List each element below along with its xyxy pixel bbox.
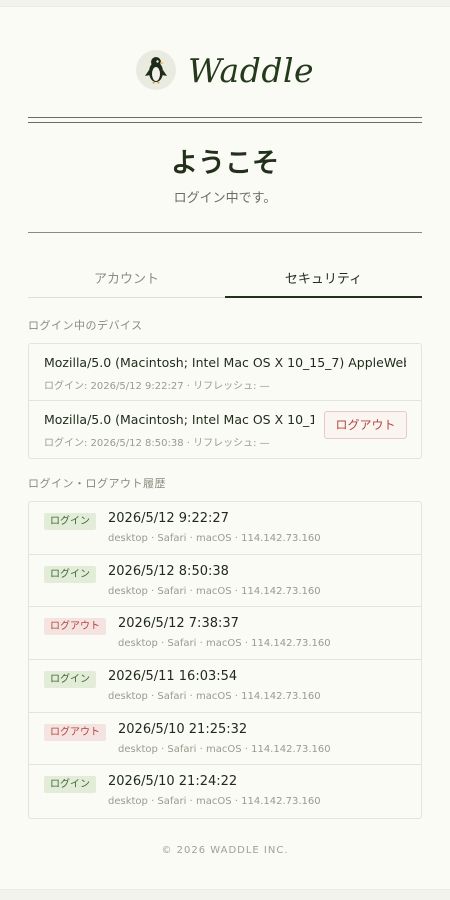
device-user-agent: Mozilla/5.0 (Macintosh; Intel Mac OS X 1… [44,412,314,427]
device-logout-button[interactable]: ログアウト [324,411,407,439]
history-meta: desktop · Safari · macOS · 114.142.73.16… [108,796,321,808]
login-status-text: ログイン中です。 [173,191,277,206]
device-item: Mozilla/5.0 (Macintosh; Intel Mac OS X 1… [29,344,421,401]
history-meta: desktop · Safari · macOS · 114.142.73.16… [118,743,331,755]
history-row: ログイン 2026/5/11 16:03:54 desktop · Safari… [29,660,421,713]
device-item: Mozilla/5.0 (Macintosh; Intel Mac OS X 1… [29,401,421,458]
double-divider [28,117,422,123]
login-badge: ログイン [44,776,96,794]
history-meta: desktop · Safari · macOS · 114.142.73.16… [108,533,321,544]
devices-section-title: ログイン中のデバイス [28,319,143,332]
history-meta: desktop · Safari · macOS · 114.142.73.16… [108,585,321,597]
history-time: 2026/5/11 16:03:54 [108,669,238,685]
history-list: ログイン 2026/5/12 9:22:27 desktop · Safari … [28,501,422,820]
footer-copyright: © 2026 WADDLE INC. [161,845,289,856]
history-section-title: ログイン・ログアウト履歴 [28,477,166,490]
tab-security[interactable]: セキュリティ [225,255,422,298]
divider [28,232,422,233]
device-user-agent: Mozilla/5.0 (Macintosh; Intel Mac OS X 1… [44,355,406,370]
history-row: ログイン 2026/5/12 9:22:27 desktop · Safari … [29,502,421,555]
device-meta: ログイン: 2026/5/12 9:22:27 · リフレッシュ: — [44,381,270,392]
history-row: ログイン 2026/5/12 8:50:38 desktop · Safari … [29,555,421,608]
login-badge: ログイン [44,565,96,583]
brand-header: Waddle [0,45,450,95]
brand-name: Waddle [187,50,315,90]
page-title: ようこそ [171,148,279,179]
history-row: ログアウト 2026/5/10 21:25:32 desktop · Safar… [29,713,421,766]
history-row: ログアウト 2026/5/12 7:38:37 desktop · Safari… [29,607,421,661]
history-time: 2026/5/10 21:24:22 [108,774,238,790]
devices-list: Mozilla/5.0 (Macintosh; Intel Mac OS X 1… [28,343,422,459]
history-time: 2026/5/12 9:22:27 [108,511,229,526]
tab-bar: アカウント セキュリティ [28,255,422,298]
history-meta: desktop · Safari · macOS · 114.142.73.16… [108,691,321,703]
page: Waddle ようこそ ログイン中です。 アカウント セキュリティ ログイン中の… [0,6,450,890]
login-badge: ログイン [44,671,96,689]
history-time: 2026/5/12 8:50:38 [108,563,229,579]
logout-badge: ログアウト [44,618,106,636]
device-meta: ログイン: 2026/5/12 8:50:38 · リフレッシュ: — [44,438,270,449]
history-meta: desktop · Safari · macOS · 114.142.73.16… [118,638,331,650]
history-time: 2026/5/12 7:38:37 [118,616,239,632]
tab-account[interactable]: アカウント [28,255,225,297]
login-badge: ログイン [44,513,96,530]
history-row: ログイン 2026/5/10 21:24:22 desktop · Safari… [29,765,421,818]
history-time: 2026/5/10 21:25:32 [118,721,248,737]
penguin-icon [135,50,176,90]
logout-badge: ログアウト [44,723,106,741]
